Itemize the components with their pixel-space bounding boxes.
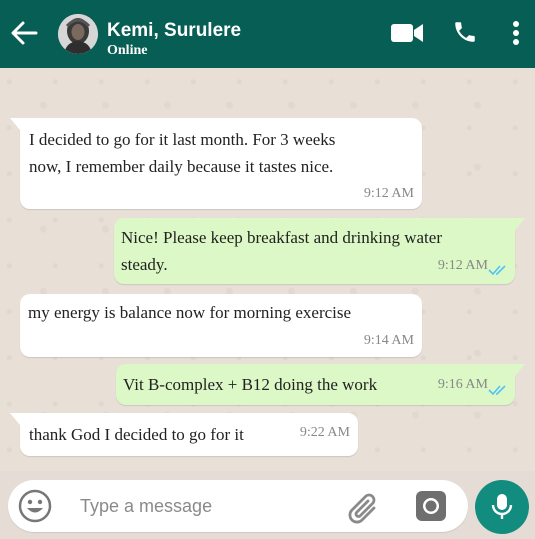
message-time: 9:22 AM (299, 425, 350, 440)
message-incoming[interactable]: I decided to go for it last month. For 3… (10, 118, 422, 209)
bubble-tail (10, 413, 20, 425)
message-time: 9:14 AM (363, 333, 414, 348)
attach-icon[interactable] (344, 488, 384, 524)
message-text: I decided to go for it last month. For 3… (29, 130, 336, 149)
bubble-tail (515, 218, 525, 230)
read-ticks-icon (488, 385, 506, 396)
message-text: now, I remember daily because it tastes … (29, 157, 334, 176)
voice-record-button[interactable] (475, 480, 529, 534)
message-time: 9:12 AM (437, 258, 488, 273)
read-ticks-icon (488, 265, 506, 276)
message-outgoing[interactable]: Nice! Please keep breakfast and drinking… (114, 218, 525, 284)
phone-icon[interactable] (452, 18, 478, 46)
message-time: 9:12 AM (363, 186, 414, 201)
contact-status: Online (107, 43, 148, 58)
avatar[interactable] (58, 14, 98, 54)
message-input[interactable] (80, 492, 330, 520)
bubble-tail (515, 364, 525, 376)
bubble-tail (10, 118, 20, 130)
contact-name[interactable]: Kemi, Surulere (107, 20, 241, 42)
more-options-icon[interactable] (506, 19, 526, 47)
message-time: 9:16 AM (437, 377, 488, 392)
message-outgoing[interactable]: Vit B-complex + B12 doing the work 9:16 … (116, 364, 525, 405)
camera-icon[interactable] (414, 489, 448, 523)
message-incoming[interactable]: my energy is balance now for morning exe… (20, 294, 422, 357)
microphone-icon (491, 494, 513, 519)
message-text: my energy is balance now for morning exe… (28, 303, 352, 322)
back-arrow-icon[interactable] (10, 20, 38, 46)
message-incoming[interactable]: thank God I decided to go for it 9:22 AM (10, 413, 358, 456)
emoji-icon[interactable] (18, 489, 52, 523)
message-text: Nice! Please keep breakfast and drinking… (121, 228, 442, 247)
video-call-icon[interactable] (390, 20, 424, 46)
message-composer (8, 480, 468, 532)
chat-header: Kemi, Surulere Online (0, 0, 535, 68)
